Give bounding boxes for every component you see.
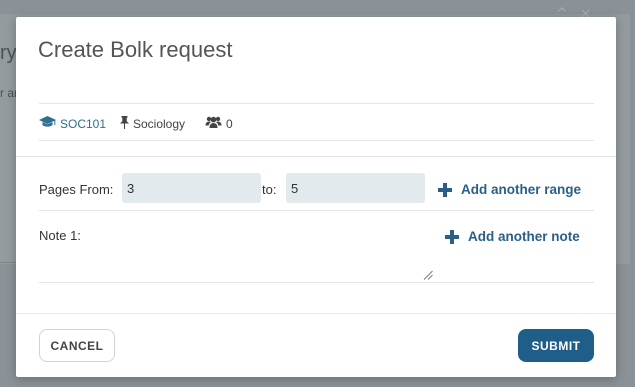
course-meta: SOC101 (39, 116, 106, 131)
cancel-button[interactable]: CANCEL (39, 329, 115, 362)
background-divider (0, 262, 16, 263)
modal-title: Create Bolk request (38, 37, 233, 62)
graduation-cap-icon (39, 116, 56, 131)
divider (39, 140, 594, 141)
pages-to-label: to: (262, 182, 277, 197)
add-note-label: Add another note (468, 229, 580, 244)
create-request-modal: Create Bolk request SOC101 Sociology 0 P… (16, 17, 616, 377)
pushpin-icon (120, 116, 129, 132)
members-count: 0 (226, 116, 233, 131)
add-range-label: Add another range (461, 182, 582, 197)
divider (39, 103, 594, 104)
plus-icon (445, 229, 459, 244)
pages-from-input[interactable]: 3 (122, 173, 261, 203)
divider (16, 156, 616, 157)
textarea-resize-handle[interactable] (423, 267, 433, 280)
department-meta: Sociology (120, 116, 185, 132)
note-textarea[interactable] (39, 242, 433, 278)
course-code: SOC101 (60, 116, 107, 131)
background-heading: ry (0, 42, 17, 64)
members-meta: 0 (205, 116, 233, 131)
divider (39, 210, 594, 211)
add-another-note-button[interactable]: Add another note (445, 229, 580, 244)
plus-icon (438, 182, 452, 197)
pages-from-label: Pages From: (39, 182, 114, 197)
add-another-range-button[interactable]: Add another range (438, 182, 581, 197)
submit-button[interactable]: SUBMIT (518, 329, 594, 362)
users-icon (205, 116, 222, 131)
pages-to-input[interactable]: 5 (286, 173, 425, 203)
note-label: Note 1: (39, 228, 81, 243)
department-name: Sociology (133, 117, 186, 131)
divider (39, 282, 594, 283)
divider (16, 313, 616, 314)
